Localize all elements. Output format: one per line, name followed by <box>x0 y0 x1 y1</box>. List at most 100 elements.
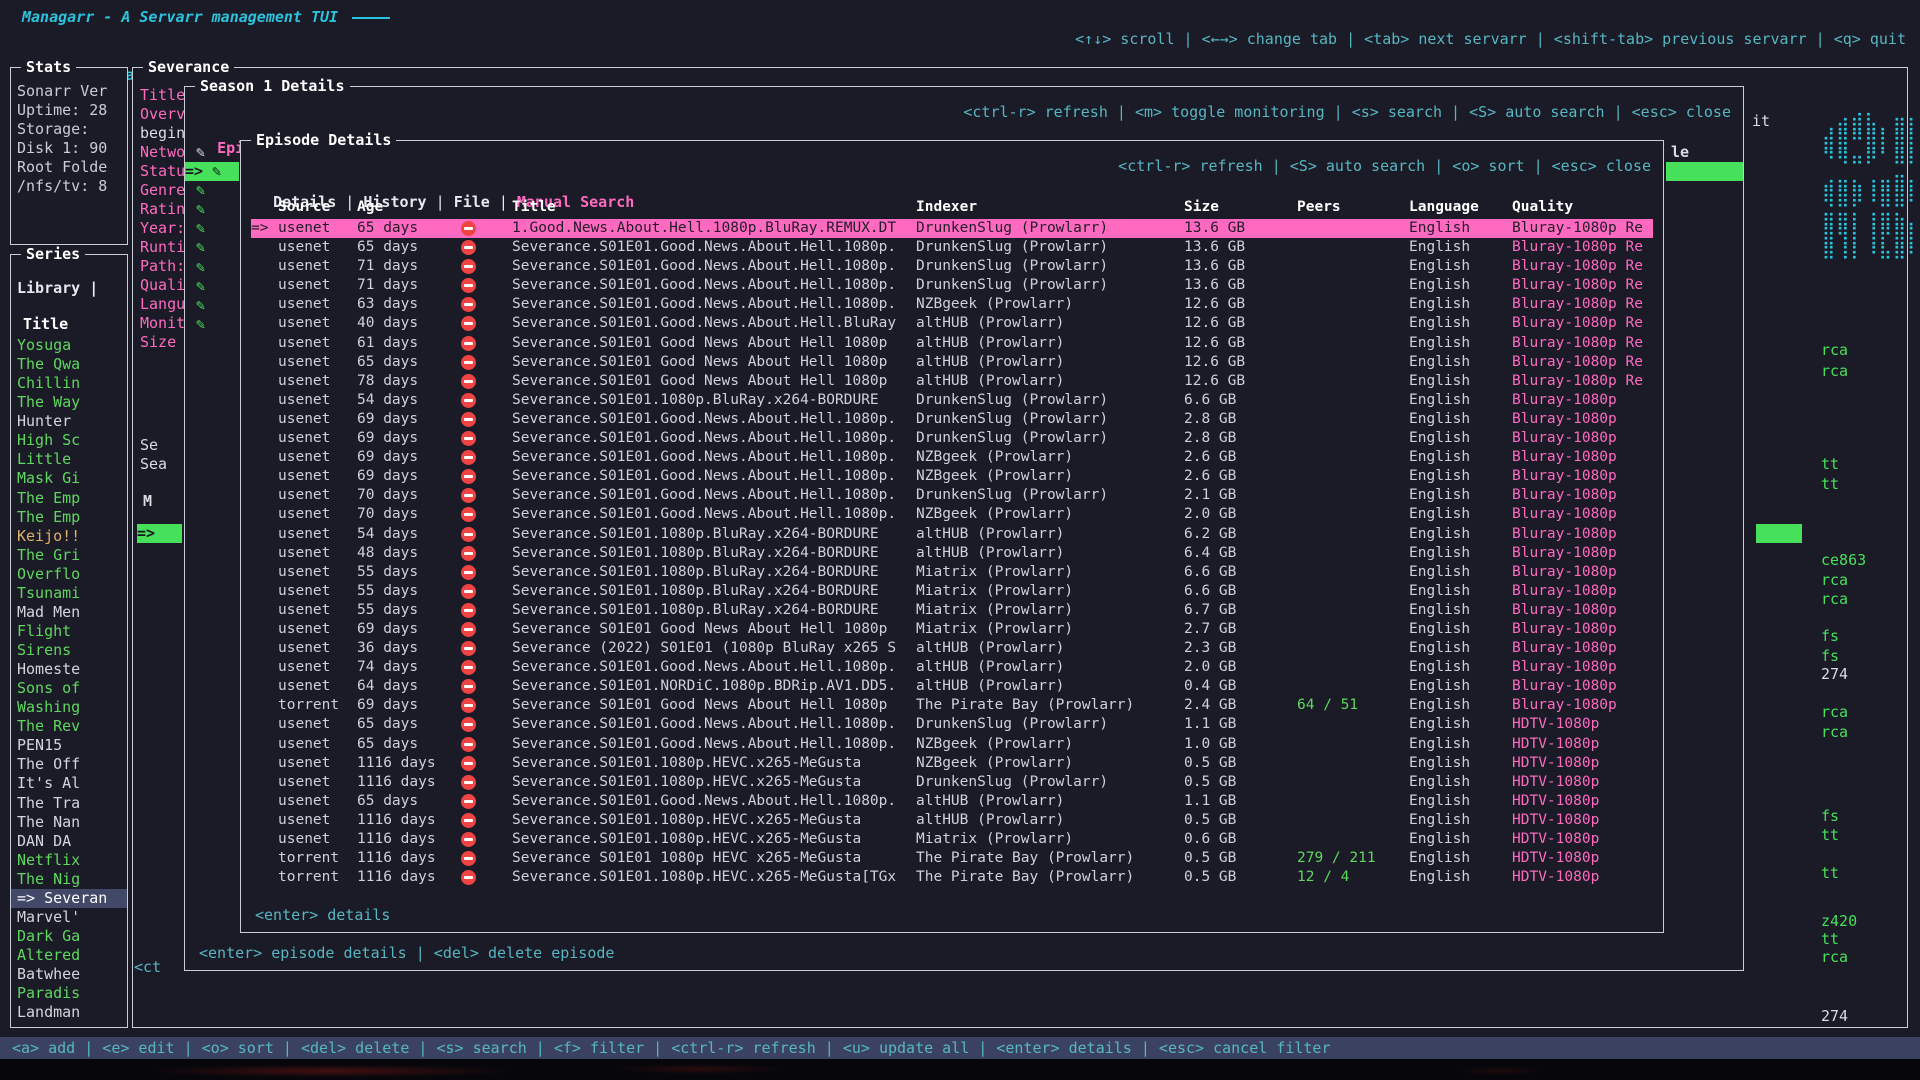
series-list-item[interactable]: Mad Men <box>11 603 127 622</box>
release-peers <box>1297 754 1409 773</box>
release-row[interactable]: usenet 69 days Severance.S01E01.Good.New… <box>251 429 1653 448</box>
series-list-item[interactable]: Landman <box>11 1003 127 1022</box>
series-list-item[interactable]: The Rev <box>11 717 127 736</box>
release-title: Severance.S01E01.1080p.BluRay.x264-BORDU… <box>506 563 916 582</box>
series-list-item[interactable]: The Way <box>11 393 127 412</box>
series-list-item[interactable]: Altered <box>11 946 127 965</box>
series-list-item[interactable]: The Emp <box>11 508 127 527</box>
release-quality: Bluray-1080p <box>1512 429 1653 448</box>
series-list-item[interactable]: Paradis <box>11 984 127 1003</box>
release-row[interactable]: usenet 74 days Severance.S01E01.Good.New… <box>251 658 1653 677</box>
series-list-item[interactable]: DAN DA <box>11 832 127 851</box>
series-list-item[interactable]: => Severan <box>11 889 127 908</box>
release-indexer: DrunkenSlug (Prowlarr) <box>916 391 1184 410</box>
series-list-item[interactable]: PEN15 <box>11 736 127 755</box>
header-source[interactable]: Source <box>278 199 357 215</box>
selection-marker <box>251 314 278 333</box>
release-row[interactable]: usenet 69 days Severance.S01E01.Good.New… <box>251 448 1653 467</box>
series-list-item[interactable]: Marvel' <box>11 908 127 927</box>
series-list-item[interactable]: It's Al <box>11 774 127 793</box>
series-list-item[interactable]: The Tra <box>11 794 127 813</box>
series-list-item[interactable]: Yosuga <box>11 336 127 355</box>
release-peers <box>1297 257 1409 276</box>
series-list-item[interactable]: Sons of <box>11 679 127 698</box>
release-row[interactable]: usenet 36 days Severance (2022) S01E01 (… <box>251 639 1653 658</box>
release-row[interactable]: usenet 78 days Severance.S01E01 Good New… <box>251 372 1653 391</box>
release-row[interactable]: usenet 1116 days Severance.S01E01.1080p.… <box>251 754 1653 773</box>
release-row[interactable]: usenet 69 days Severance S01E01 Good New… <box>251 620 1653 639</box>
header-peers[interactable]: Peers <box>1297 199 1409 215</box>
release-row[interactable]: => usenet 65 days 1.Good.News.About.Hell… <box>251 219 1653 238</box>
header-quality[interactable]: Quality <box>1512 199 1653 215</box>
release-row[interactable]: usenet 64 days Severance.S01E01.NORDiC.1… <box>251 677 1653 696</box>
release-row[interactable]: torrent 1116 days Severance S01E01 1080p… <box>251 849 1653 868</box>
release-row[interactable]: usenet 1116 days Severance.S01E01.1080p.… <box>251 830 1653 849</box>
release-row[interactable]: usenet 55 days Severance.S01E01.1080p.Bl… <box>251 582 1653 601</box>
release-source: usenet <box>278 658 357 677</box>
series-list-item[interactable]: Sirens <box>11 641 127 660</box>
series-list-item[interactable]: The Gri <box>11 546 127 565</box>
series-list-item[interactable]: Dark Ga <box>11 927 127 946</box>
release-row[interactable]: usenet 65 days Severance.S01E01.Good.New… <box>251 735 1653 754</box>
release-row[interactable]: usenet 48 days Severance.S01E01.1080p.Bl… <box>251 544 1653 563</box>
release-rejected-cell <box>457 601 506 620</box>
release-row[interactable]: torrent 69 days Severance S01E01 Good Ne… <box>251 696 1653 715</box>
release-row[interactable]: usenet 69 days Severance.S01E01.Good.New… <box>251 467 1653 486</box>
release-size: 1.1 GB <box>1184 792 1297 811</box>
header-size[interactable]: Size <box>1184 199 1297 215</box>
release-row[interactable]: usenet 70 days Severance.S01E01.Good.New… <box>251 505 1653 524</box>
series-list-item[interactable]: Keijo!! <box>11 527 127 546</box>
release-row[interactable]: usenet 65 days Severance.S01E01 Good New… <box>251 353 1653 372</box>
selection-marker <box>251 448 278 467</box>
series-list-item[interactable]: Batwhee <box>11 965 127 984</box>
release-row[interactable]: usenet 65 days Severance.S01E01.Good.New… <box>251 715 1653 734</box>
release-row[interactable]: usenet 54 days Severance.S01E01.1080p.Bl… <box>251 391 1653 410</box>
header-language[interactable]: Language <box>1409 199 1512 215</box>
header-indexer[interactable]: Indexer <box>916 199 1184 215</box>
series-list-item[interactable]: The Emp <box>11 489 127 508</box>
release-quality: HDTV-1080p <box>1512 849 1653 868</box>
selection-marker <box>251 849 278 868</box>
release-row[interactable]: usenet 65 days Severance.S01E01.Good.New… <box>251 792 1653 811</box>
series-list-item[interactable]: Washing <box>11 698 127 717</box>
release-row[interactable]: usenet 1116 days Severance.S01E01.1080p.… <box>251 811 1653 830</box>
header-age[interactable]: Age <box>357 199 457 215</box>
series-list-item[interactable]: Chillin <box>11 374 127 393</box>
series-list-item[interactable]: Tsunami <box>11 584 127 603</box>
release-row[interactable]: usenet 54 days Severance.S01E01.1080p.Bl… <box>251 525 1653 544</box>
series-list-item[interactable]: The Qwa <box>11 355 127 374</box>
series-list-item[interactable]: The Nig <box>11 870 127 889</box>
series-list-item[interactable]: The Nan <box>11 813 127 832</box>
release-peers <box>1297 410 1409 429</box>
release-row[interactable]: usenet 61 days Severance.S01E01 Good New… <box>251 334 1653 353</box>
series-list-item[interactable]: Hunter <box>11 412 127 431</box>
release-peers <box>1297 467 1409 486</box>
release-row[interactable]: usenet 55 days Severance.S01E01.1080p.Bl… <box>251 601 1653 620</box>
release-row[interactable]: usenet 1116 days Severance.S01E01.1080p.… <box>251 773 1653 792</box>
release-row[interactable]: usenet 55 days Severance.S01E01.1080p.Bl… <box>251 563 1653 582</box>
series-list-item[interactable]: Mask Gi <box>11 469 127 488</box>
release-row[interactable]: usenet 65 days Severance.S01E01.Good.New… <box>251 238 1653 257</box>
release-age: 78 days <box>357 372 457 391</box>
release-row[interactable]: usenet 63 days Severance.S01E01.Good.New… <box>251 295 1653 314</box>
selection-marker: => <box>251 219 278 238</box>
series-list-item[interactable]: Netflix <box>11 851 127 870</box>
series-list-item[interactable]: Overflo <box>11 565 127 584</box>
release-row[interactable]: usenet 69 days Severance.S01E01.Good.New… <box>251 410 1653 429</box>
selection-marker <box>251 276 278 295</box>
selection-marker <box>251 544 278 563</box>
release-row[interactable]: usenet 71 days Severance.S01E01.Good.New… <box>251 257 1653 276</box>
release-language: English <box>1409 410 1512 429</box>
header-title[interactable]: Title <box>506 199 916 215</box>
release-row[interactable]: torrent 1116 days Severance.S01E01.1080p… <box>251 868 1653 887</box>
series-list-item[interactable]: Homeste <box>11 660 127 679</box>
series-list-item[interactable]: Flight <box>11 622 127 641</box>
series-list-item[interactable]: Little <box>11 450 127 469</box>
series-list-item[interactable]: High Sc <box>11 431 127 450</box>
release-language: English <box>1409 601 1512 620</box>
series-list-item[interactable]: The Off <box>11 755 127 774</box>
release-row[interactable]: usenet 40 days Severance.S01E01.Good.New… <box>251 314 1653 333</box>
release-indexer: Miatrix (Prowlarr) <box>916 582 1184 601</box>
release-row[interactable]: usenet 70 days Severance.S01E01.Good.New… <box>251 486 1653 505</box>
release-row[interactable]: usenet 71 days Severance.S01E01.Good.New… <box>251 276 1653 295</box>
